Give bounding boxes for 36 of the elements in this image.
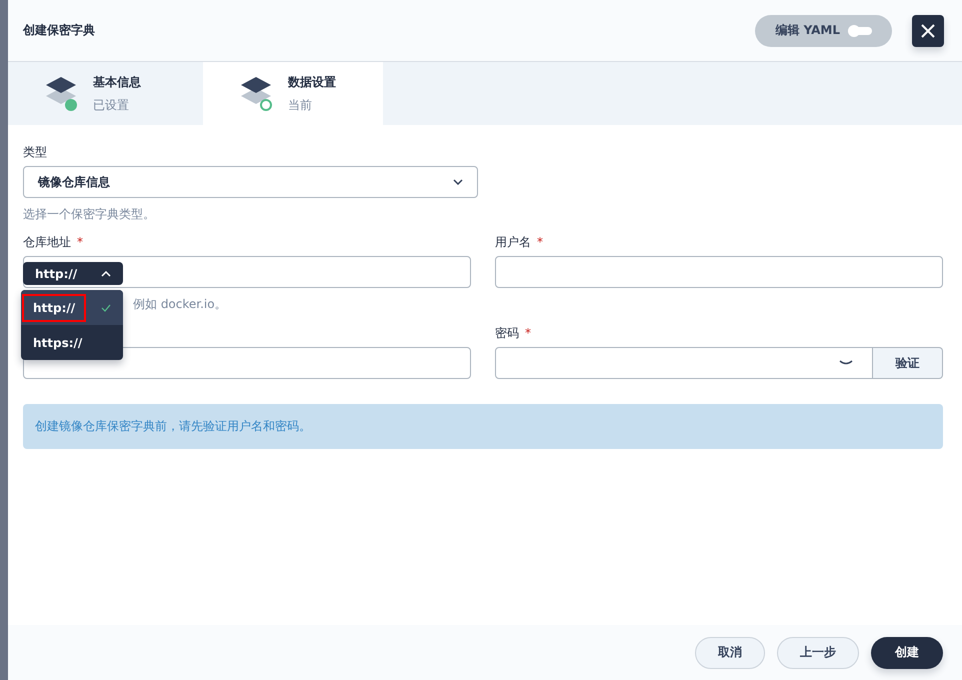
required-mark: * xyxy=(77,235,83,249)
username-field[interactable] xyxy=(495,256,943,288)
option-label: http:// xyxy=(22,294,86,322)
field-hint: 例如 docker.io。 xyxy=(133,296,227,310)
close-button[interactable] xyxy=(912,14,944,46)
close-icon xyxy=(921,24,935,38)
chevron-up-icon xyxy=(101,270,111,276)
step-title: 数据设置 xyxy=(288,74,336,90)
required-mark: * xyxy=(537,235,543,249)
protocol-select[interactable]: http:// xyxy=(23,262,123,285)
field-hint: 选择一个保密字典类型。 xyxy=(23,206,156,220)
step-status: 当前 xyxy=(288,96,313,114)
dialog-title: 创建保密字典 xyxy=(23,22,96,39)
footer-button[interactable]: 上一步 xyxy=(777,636,859,668)
field-label: 类型 xyxy=(23,144,48,158)
chevron-down-icon xyxy=(453,179,463,185)
verify-button[interactable]: 验证 xyxy=(873,347,943,379)
info-notice: 创建镜像仓库保密字典前，请先验证用户名和密码。 xyxy=(23,404,943,449)
step-tab[interactable]: 数据设置 当前 xyxy=(203,62,383,125)
step-tab[interactable]: 基本信息 已设置 xyxy=(8,62,203,125)
field-label: 密码 * xyxy=(495,325,532,339)
password-field[interactable] xyxy=(495,347,873,379)
required-mark: * xyxy=(525,326,531,340)
menu-option[interactable]: https:// xyxy=(21,325,123,360)
check-icon xyxy=(101,304,111,312)
step-status: 已设置 xyxy=(93,96,130,114)
edit-yaml-toggle[interactable]: 编辑 YAML xyxy=(755,14,892,46)
field-label: 用户名 * xyxy=(495,234,544,248)
step-title: 基本信息 xyxy=(93,74,141,90)
footer-button[interactable]: 取消 xyxy=(695,636,765,668)
field-label: 仓库地址 * xyxy=(23,234,84,248)
menu-option[interactable]: http:// xyxy=(21,290,123,325)
footer-button[interactable]: 创建 xyxy=(871,636,943,668)
closed-eye-icon[interactable] xyxy=(839,360,853,365)
type-select[interactable]: 镜像仓库信息 xyxy=(23,166,478,198)
option-label: https:// xyxy=(32,334,84,352)
